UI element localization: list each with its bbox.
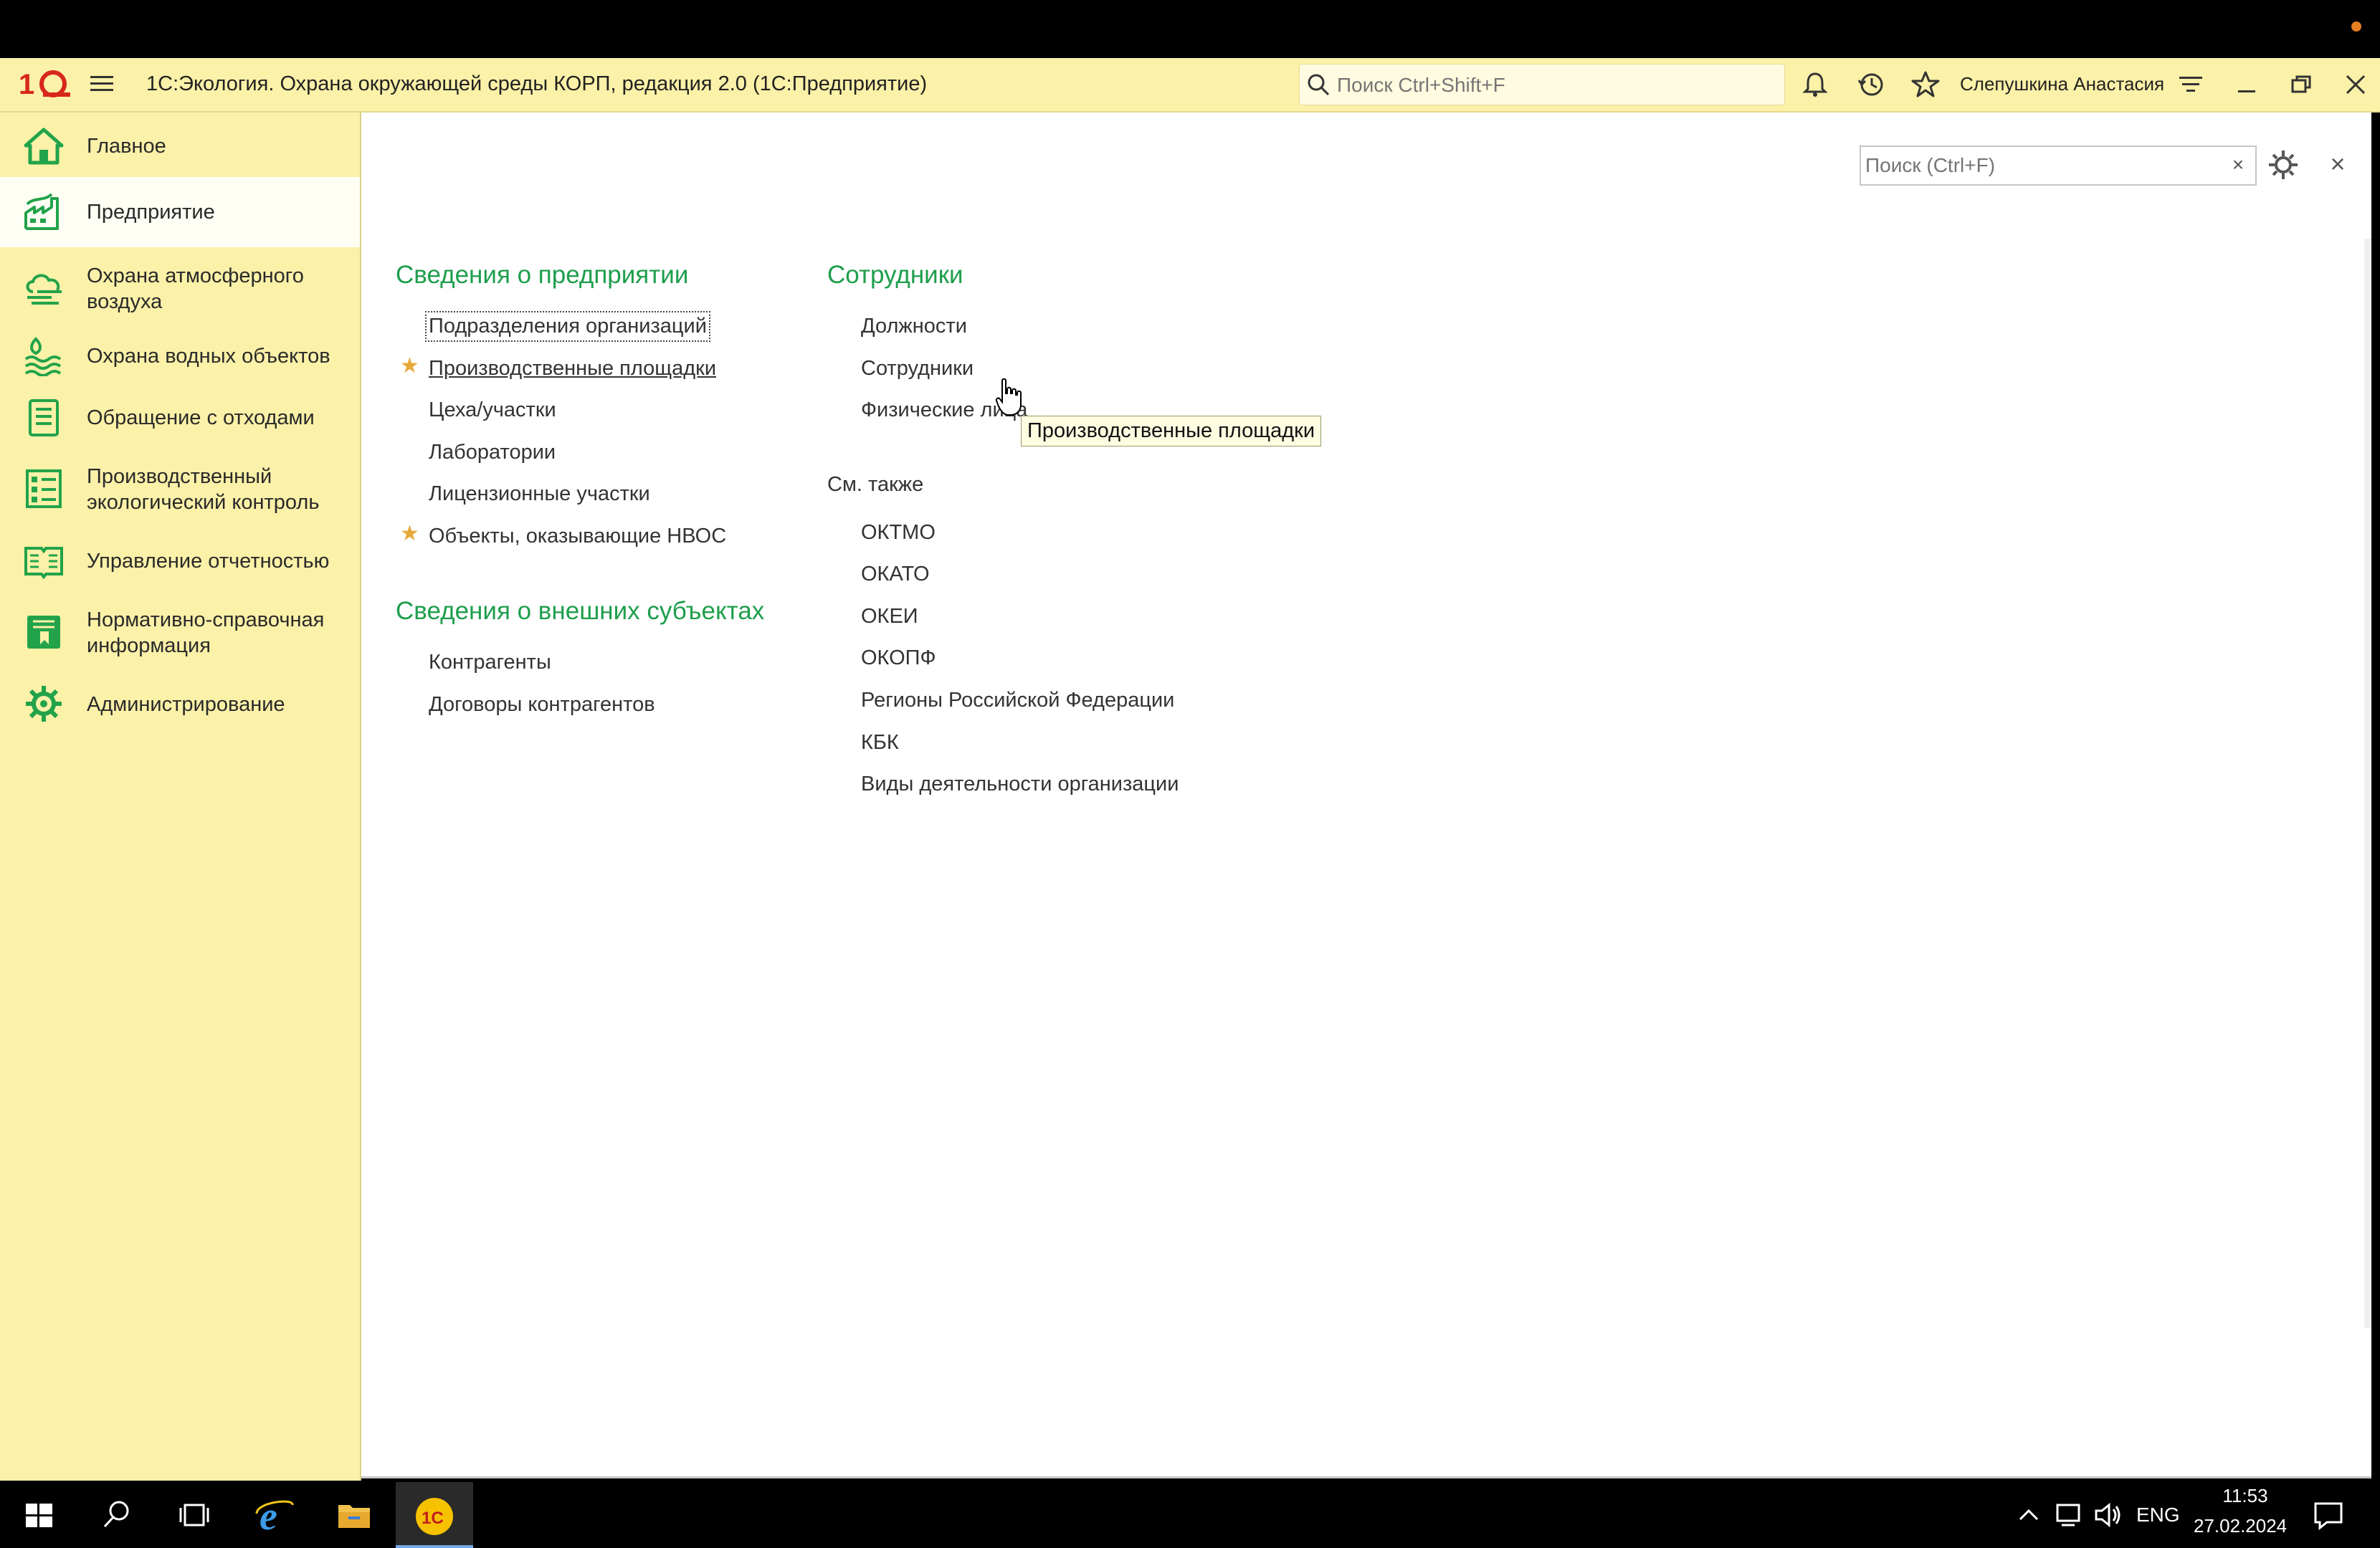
svg-text:1С: 1С bbox=[422, 1509, 444, 1528]
link-okei[interactable]: ОКЕИ bbox=[861, 605, 918, 629]
water-icon bbox=[24, 337, 62, 376]
settings-menu-icon[interactable] bbox=[2176, 70, 2205, 99]
nav-item-label-text: Охрана атмосферного воздуха bbox=[87, 264, 304, 313]
1c-logo: 1 bbox=[19, 69, 70, 100]
main-form: × × Сведения о предприятии Подразделения… bbox=[361, 113, 2371, 1478]
link-okato[interactable]: ОКАТО bbox=[861, 563, 930, 586]
global-search-input[interactable] bbox=[1336, 69, 1776, 102]
user-name[interactable]: Слепушкина Анастасия bbox=[1960, 73, 2164, 95]
link-nvos-objects[interactable]: Объекты, оказывающие НВОС bbox=[429, 525, 726, 548]
nav-item-waste[interactable]: Обращение с отходами bbox=[0, 389, 360, 446]
os-taskbar: e 1С ENG 11:53 27.02.2024 bbox=[0, 1482, 2380, 1548]
clock-date[interactable]: 27.02.2024 bbox=[2194, 1515, 2287, 1537]
link-activity-types[interactable]: Виды деятельности организации bbox=[861, 773, 1179, 796]
search-icon bbox=[1308, 74, 1330, 96]
favorites-star-icon[interactable] bbox=[1911, 70, 1940, 99]
clock-time[interactable]: 11:53 bbox=[2215, 1485, 2275, 1507]
gear-icon bbox=[26, 686, 62, 722]
close-window-icon[interactable] bbox=[2341, 70, 2370, 99]
home-icon bbox=[24, 128, 64, 165]
minimize-icon[interactable] bbox=[2232, 70, 2261, 99]
svg-text:1: 1 bbox=[19, 69, 34, 100]
link-oktmo[interactable]: ОКТМО bbox=[861, 521, 936, 545]
hand-cursor-icon bbox=[995, 378, 1022, 416]
network-icon[interactable] bbox=[2052, 1498, 2086, 1532]
nav-item-label: Нормативно-справочная информация bbox=[87, 608, 325, 657]
title-bar: 1 1С:Экология. Охрана окружающей среды К… bbox=[0, 58, 2380, 113]
nav-item-label: Охрана водных объектов bbox=[87, 345, 330, 368]
nav-item-label: Охрана атмосферного воздуха bbox=[87, 263, 360, 315]
nav-item-label: Администрирование bbox=[87, 693, 285, 716]
volume-icon[interactable] bbox=[2090, 1498, 2125, 1532]
waste-icon bbox=[29, 399, 59, 436]
nav-item-enterprise[interactable]: Предприятие bbox=[0, 177, 360, 247]
favorite-star-icon: ★ bbox=[400, 354, 419, 378]
form-close-button[interactable]: × bbox=[2321, 148, 2354, 181]
nav-item-label: Предприятие bbox=[87, 201, 215, 224]
windows-start-icon[interactable] bbox=[16, 1492, 62, 1538]
recording-indicator bbox=[2351, 22, 2361, 32]
link-regions[interactable]: Регионы Российской Федерации bbox=[861, 689, 1174, 712]
nav-item-label: Производственный экологический контроль bbox=[87, 465, 320, 514]
nav-item-label: Управление отчетностью bbox=[87, 550, 330, 573]
internet-explorer-icon[interactable]: e bbox=[252, 1492, 298, 1538]
screen-top-bar bbox=[0, 0, 2380, 58]
app-title: 1С:Экология. Охрана окружающей среды КОР… bbox=[146, 72, 928, 95]
link-workshops[interactable]: Цеха/участки bbox=[429, 398, 556, 422]
history-icon[interactable] bbox=[1857, 70, 1885, 99]
nav-item-reference[interactable]: Нормативно-справочная информация bbox=[0, 596, 360, 670]
vertical-scrollbar[interactable] bbox=[2364, 239, 2371, 1328]
reference-book-icon bbox=[27, 616, 60, 649]
link-divisions[interactable]: Подразделения организаций bbox=[425, 311, 710, 342]
chevron-up-icon[interactable] bbox=[2012, 1498, 2046, 1532]
link-license-areas[interactable]: Лицензионные участки bbox=[429, 482, 650, 506]
input-language[interactable]: ENG bbox=[2136, 1504, 2180, 1526]
book-icon bbox=[24, 547, 63, 580]
link-production-sites[interactable]: Производственные площадки bbox=[429, 357, 716, 381]
nav-item-eco-control[interactable]: Производственный экологический контроль bbox=[0, 452, 360, 527]
link-positions[interactable]: Должности bbox=[861, 315, 967, 338]
svg-text:e: e bbox=[260, 1494, 277, 1538]
search-icon[interactable] bbox=[93, 1492, 139, 1538]
form-search-clear-button[interactable]: × bbox=[2221, 145, 2257, 186]
cloud-icon bbox=[26, 274, 62, 305]
factory-icon bbox=[24, 193, 59, 230]
link-kbk[interactable]: КБК bbox=[861, 731, 899, 755]
link-counterparty-contracts[interactable]: Договоры контрагентов bbox=[429, 693, 655, 717]
global-search[interactable] bbox=[1299, 64, 1785, 105]
link-laboratories[interactable]: Лаборатории bbox=[429, 441, 556, 464]
form-search[interactable] bbox=[1860, 145, 2222, 186]
nav-item-water-protection[interactable]: Охрана водных объектов bbox=[0, 329, 360, 383]
task-view-icon[interactable] bbox=[171, 1492, 216, 1538]
restore-icon[interactable] bbox=[2287, 70, 2315, 99]
section-enterprise-title: Сведения о предприятии bbox=[396, 261, 689, 289]
link-okopf[interactable]: ОКОПФ bbox=[861, 646, 936, 670]
nav-item-label: Главное bbox=[87, 135, 166, 158]
nav-item-label: Обращение с отходами bbox=[87, 406, 315, 429]
1c-app-taskbar-button[interactable]: 1С bbox=[396, 1482, 473, 1548]
1c-app-icon: 1С bbox=[416, 1498, 453, 1535]
tooltip: Производственные площадки bbox=[1021, 416, 1322, 446]
section-external-title: Сведения о внешних субъектах bbox=[396, 597, 765, 625]
link-employees[interactable]: Сотрудники bbox=[861, 357, 974, 381]
main-menu-icon[interactable] bbox=[89, 71, 115, 97]
section-employees-title: Сотрудники bbox=[827, 261, 963, 289]
nav-item-main[interactable]: Главное bbox=[0, 121, 360, 171]
bell-icon[interactable] bbox=[1801, 70, 1829, 99]
notifications-icon[interactable] bbox=[2310, 1496, 2347, 1534]
form-search-input[interactable] bbox=[1864, 150, 2211, 181]
sections-panel: Главное Предприятие Охрана атмосферного … bbox=[0, 113, 361, 1481]
favorite-star-icon: ★ bbox=[400, 522, 419, 545]
file-explorer-icon[interactable] bbox=[331, 1492, 377, 1538]
nav-item-admin[interactable]: Администрирование bbox=[0, 676, 360, 733]
checklist-icon bbox=[26, 469, 62, 508]
nav-item-air-protection[interactable]: Охрана атмосферного воздуха bbox=[0, 253, 360, 323]
section-see-also-title: См. также bbox=[827, 473, 924, 496]
form-settings-gear-icon[interactable] bbox=[2267, 148, 2300, 181]
link-counterparties[interactable]: Контрагенты bbox=[429, 651, 551, 674]
nav-item-reporting[interactable]: Управление отчетностью bbox=[0, 532, 360, 590]
